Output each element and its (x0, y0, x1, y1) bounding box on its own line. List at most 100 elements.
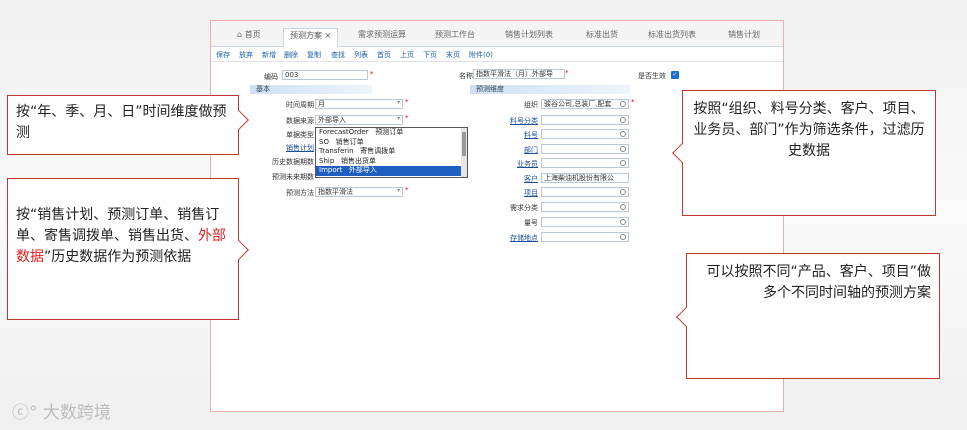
search-icon[interactable] (620, 160, 626, 166)
option-name: 销售出货单 (340, 156, 376, 165)
item-input[interactable] (541, 129, 629, 139)
callout-multiple-plans: 可以按照不同“产品、客户、项目”做多个不同时间轴的预测方案 (686, 253, 940, 379)
item-category-label[interactable]: 料号分类 (498, 116, 538, 126)
option-name: 外部导入 (348, 166, 377, 174)
code-label: 编码 (264, 73, 278, 81)
option-name: 预测订单 (375, 128, 404, 136)
save-button[interactable]: 保存 (216, 50, 230, 60)
close-icon[interactable]: × (325, 31, 332, 40)
tab-standard-ship[interactable]: 标准出货 (586, 28, 618, 42)
discard-button[interactable]: 放弃 (239, 50, 253, 60)
dropdown-option[interactable]: SO 销售订单 (316, 138, 467, 148)
toolbar: 保存 放弃 新增 删除 复制 查找 列表 首页 上页 下页 末页 附件(0) (211, 48, 783, 62)
copy-button[interactable]: 复制 (307, 50, 321, 60)
future-periods-label: 预测未来期数 (272, 173, 314, 181)
code-input[interactable]: 003 (282, 70, 368, 80)
option-code: Import (319, 166, 343, 174)
option-code: SO (319, 137, 329, 146)
tab-sales-plan[interactable]: 销售计划 (728, 28, 760, 42)
customer-label[interactable]: 客户 (498, 174, 538, 184)
source-value: 外部导入 (318, 116, 346, 124)
search-icon[interactable] (620, 117, 626, 123)
demand-category-input[interactable] (541, 202, 629, 212)
storage-input[interactable] (541, 232, 629, 242)
item-label[interactable]: 料号 (498, 130, 538, 140)
tab-standard-ship-list[interactable]: 标准出货列表 (648, 28, 696, 42)
org-value: 骏谷公司,总装厂,配套 (544, 100, 612, 108)
chevron-down-icon: ▾ (396, 99, 400, 106)
callout-time-dimension: 按“年、季、月、日”时间维度做预测 (7, 95, 239, 155)
search-icon[interactable] (620, 204, 626, 210)
callout-text: 按照“组织、料号分类、客户、项目、业务员、部门”作为筛选条件，过滤历史数据 (693, 101, 925, 159)
history-periods-label: 历史数据期数 (272, 158, 314, 166)
tab-sales-plan-list[interactable]: 销售计划列表 (505, 28, 553, 42)
tab-home[interactable]: ⌂ 首页 (237, 28, 261, 42)
org-input[interactable]: 骏谷公司,总装厂,配套 (541, 99, 629, 109)
qty-input[interactable] (541, 217, 629, 227)
new-button[interactable]: 新增 (262, 50, 276, 60)
required-mark: * (405, 186, 409, 194)
name-input[interactable]: 指数平滑法（月）外部导 (473, 69, 565, 79)
qty-label: 量号 (524, 219, 538, 227)
customer-input[interactable]: 上海柴油机股份有限公 (541, 173, 629, 183)
first-page-button[interactable]: 首页 (377, 50, 391, 60)
effective-checkbox[interactable]: ✓ (671, 71, 679, 79)
doc-type-label: 单据类型 (286, 131, 314, 139)
dept-label[interactable]: 部门 (498, 145, 538, 155)
source-label: 数据来源 (286, 117, 314, 125)
period-select[interactable]: 月 ▾ (315, 99, 403, 109)
tab-workbench[interactable]: 预测工作台 (435, 28, 475, 42)
required-mark: * (565, 69, 569, 77)
watermark-logo: ⓒ° 大数跨境 (12, 398, 111, 423)
callout-filter: 按照“组织、料号分类、客户、项目、业务员、部门”作为筛选条件，过滤历史数据 (682, 90, 936, 216)
effective-label: 是否生效 (638, 72, 666, 80)
dropdown-scrollbar[interactable] (461, 128, 467, 177)
project-input[interactable] (541, 187, 629, 197)
find-button[interactable]: 查找 (331, 50, 345, 60)
period-label: 时间周期 (286, 101, 314, 109)
callout-text: ”历史数据作为预测依据 (44, 249, 192, 265)
scrollbar-thumb[interactable] (462, 132, 466, 156)
dimension-section-header: 预测维度 (470, 85, 630, 94)
search-icon[interactable] (620, 101, 626, 107)
callout-text: 可以按照不同“产品、客户、项目”做多个不同时间轴的预测方案 (706, 264, 931, 301)
dept-input[interactable] (541, 144, 629, 154)
item-category-input[interactable] (541, 115, 629, 125)
option-name: 寄售调拨单 (360, 147, 396, 155)
prev-page-button[interactable]: 上页 (400, 50, 414, 60)
sales-plan-label[interactable]: 销售计划 (270, 143, 314, 153)
dropdown-option-selected[interactable]: Import 外部导入 (316, 166, 467, 176)
source-dropdown-list[interactable]: ForecastOrder 预测订单 SO 销售订单 Transferin 寄售… (315, 127, 468, 178)
last-page-button[interactable]: 末页 (446, 50, 460, 60)
source-select[interactable]: 外部导入 ▾ (315, 115, 403, 125)
customer-value: 上海柴油机股份有限公 (544, 174, 614, 182)
tab-home-label: 首页 (244, 30, 261, 39)
dropdown-option[interactable]: Ship 销售出货单 (316, 157, 467, 167)
delete-button[interactable]: 删除 (284, 50, 298, 60)
tab-demand-calc[interactable]: 需求预测运算 (358, 28, 406, 42)
logo-icon: ⓒ° (12, 403, 43, 423)
dropdown-option[interactable]: ForecastOrder 预测订单 (316, 128, 467, 138)
salesperson-input[interactable] (541, 158, 629, 168)
watermark-text: 大数跨境 (42, 403, 111, 423)
search-icon[interactable] (620, 189, 626, 195)
method-select[interactable]: 指数平滑法 ▾ (315, 187, 403, 197)
option-code: ForecastOrder (319, 128, 369, 136)
demand-category-label: 需求分类 (510, 204, 538, 212)
salesperson-label[interactable]: 业务员 (498, 159, 538, 169)
callout-text: 按“销售计划、预测订单、销售订单、寄售调拨单、销售出货、 (16, 207, 220, 244)
tab-forecast-plan[interactable]: 预测方案 × (283, 28, 339, 47)
next-page-button[interactable]: 下页 (423, 50, 437, 60)
storage-label[interactable]: 存储地点 (498, 233, 538, 243)
list-button[interactable]: 列表 (354, 50, 368, 60)
search-icon[interactable] (620, 219, 626, 225)
search-icon[interactable] (620, 146, 626, 152)
option-code: Transferin (319, 147, 354, 155)
method-label: 预测方法 (286, 189, 314, 197)
method-value: 指数平滑法 (318, 188, 353, 196)
attachment-button[interactable]: 附件(0) (469, 50, 493, 60)
dropdown-option[interactable]: Transferin 寄售调拨单 (316, 147, 467, 157)
search-icon[interactable] (620, 131, 626, 137)
project-label[interactable]: 项目 (498, 188, 538, 198)
search-icon[interactable] (620, 234, 626, 240)
